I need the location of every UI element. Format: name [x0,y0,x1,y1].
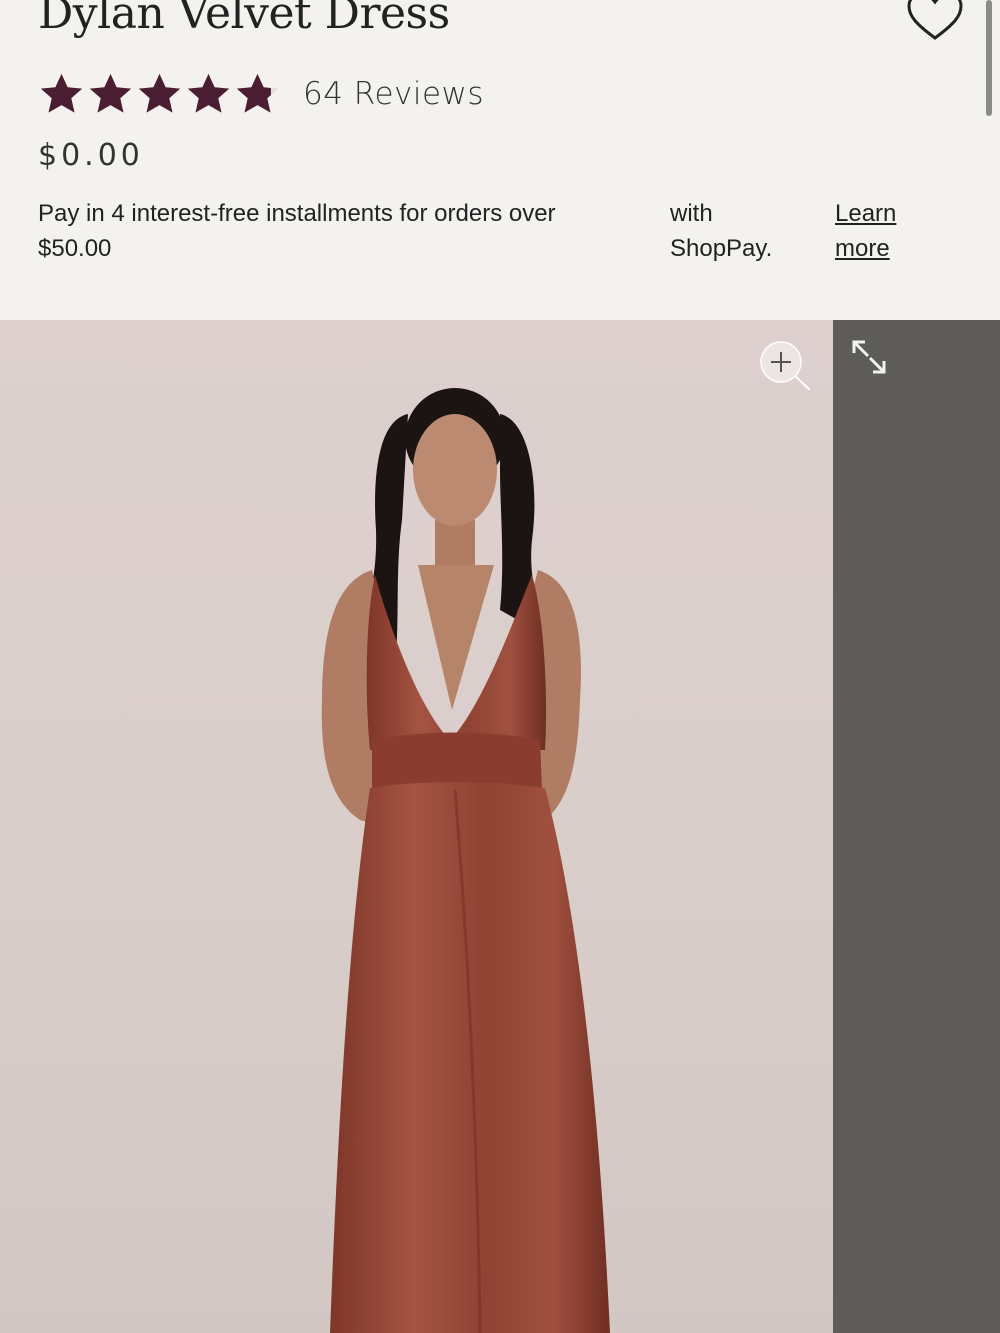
installments-text: Pay in 4 interest-free installments for … [38,196,556,266]
expand-icon[interactable] [848,336,890,378]
zoom-in-icon[interactable] [758,340,814,396]
star-icon [40,73,83,113]
star-icon [138,73,181,113]
learn-more-link[interactable]: Learn more [835,196,896,266]
shoppay-line-1: with [670,200,713,227]
star-icon [89,73,132,113]
learn-more-line-1[interactable]: Learn [835,196,896,231]
learn-more-line-2[interactable]: more [835,231,896,266]
reviews-link[interactable]: 64 Reviews [303,76,484,112]
product-price: $0.00 [38,138,144,173]
installments-line-1: Pay in 4 interest-free installments for … [38,200,556,227]
scrollbar[interactable] [986,0,992,116]
installments-line-2: $50.00 [38,235,112,262]
shoppay-line-2: ShopPay. [670,235,773,262]
product-title: Dylan Velvet Dress [38,0,450,39]
next-product-image[interactable] [833,320,1000,1333]
partial-star-icon [236,73,279,113]
star-rating [38,71,283,117]
heart-icon[interactable] [906,0,964,42]
model-illustration [321,388,610,1333]
rating-row[interactable]: 64 Reviews [38,70,484,118]
product-image[interactable] [0,320,833,1333]
star-icon [187,73,230,113]
shoppay-text: with ShopPay. [670,196,772,266]
